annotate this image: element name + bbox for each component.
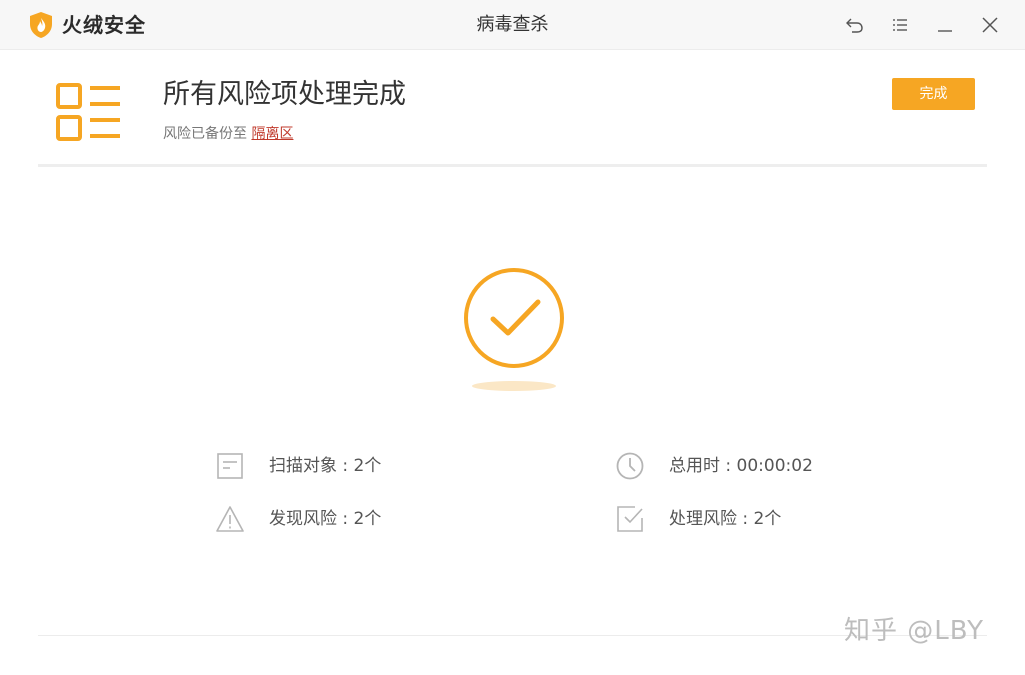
risks-found-label: 发现风险 : 2个 <box>269 509 382 529</box>
minimize-icon[interactable] <box>935 15 955 35</box>
warning-icon <box>215 504 245 534</box>
menu-icon[interactable] <box>890 15 910 35</box>
scan-objects-label: 扫描对象 : 2个 <box>269 456 382 476</box>
close-icon[interactable] <box>980 15 1000 35</box>
watermark: 知乎 @LBY <box>844 616 985 646</box>
backup-note: 风险已备份至 隔离区 <box>163 124 293 144</box>
document-icon <box>215 451 245 481</box>
total-time-label: 总用时 : 00:00:02 <box>669 456 813 476</box>
title-bar: 火绒安全 病毒查杀 <box>0 0 1025 50</box>
report-list-icon <box>52 80 124 146</box>
done-button[interactable]: 完成 <box>892 78 975 110</box>
risks-handled-label: 处理风险 : 2个 <box>669 509 782 529</box>
backup-note-text: 风险已备份至 <box>163 126 247 142</box>
checkbox-icon <box>615 504 645 534</box>
back-icon[interactable] <box>845 15 865 35</box>
window-title: 病毒查杀 <box>476 14 549 35</box>
quarantine-link[interactable]: 隔离区 <box>251 126 293 142</box>
clock-icon <box>615 451 645 481</box>
header-divider <box>38 164 987 167</box>
result-headline: 所有风险项处理完成 <box>163 79 406 110</box>
success-check-icon <box>460 264 570 394</box>
